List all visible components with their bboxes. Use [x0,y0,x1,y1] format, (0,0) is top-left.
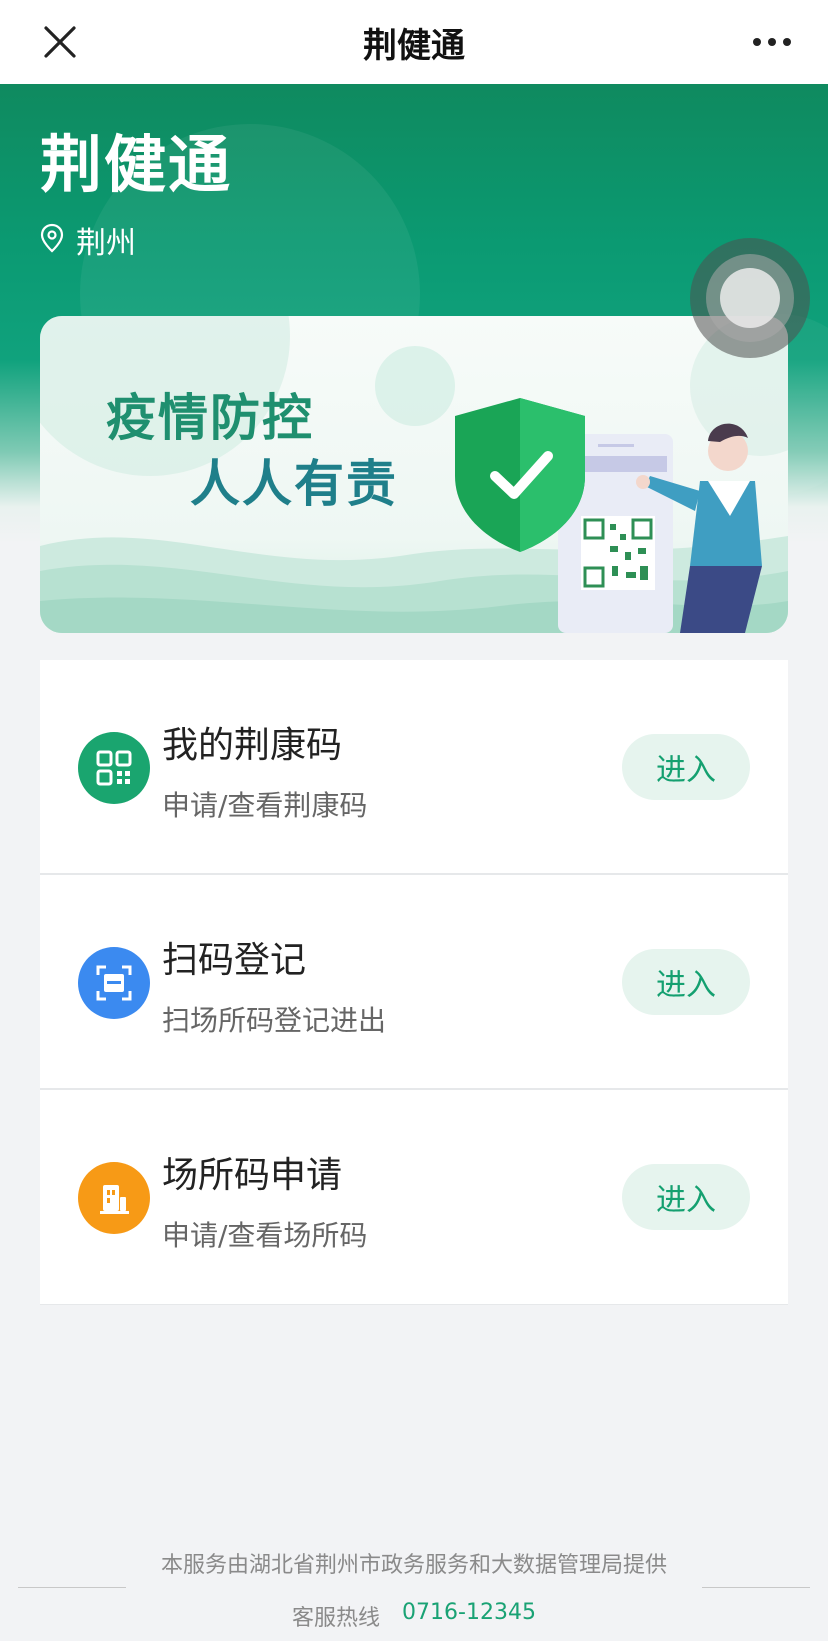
footer-divider [702,1587,810,1588]
navbar-title: 荆健通 [363,25,465,66]
top-navbar: 荆健通 [0,0,828,84]
card-subtitle: 扫场所码登记进出 [162,1004,387,1037]
epidemic-banner[interactable]: 疫情防控 人人有责 [40,316,788,633]
hotline-number-link[interactable]: 0716-12345 [402,1600,536,1632]
hotline-label: 客服热线 [292,1606,381,1631]
location-pin-icon [40,223,64,257]
banner-slogan-line1: 疫情防控 [106,389,314,447]
floating-assist-button[interactable] [690,238,810,358]
scan-icon [78,947,150,1019]
list-item-health-code[interactable]: 我的荆康码 申请/查看荆康码 进入 [40,660,788,875]
qr-code-icon [78,732,150,804]
card-subtitle: 申请/查看荆康码 [162,789,368,822]
footer-hotline: 客服热线 0716-12345 [0,1600,828,1632]
location-label: 荆州 [76,226,136,261]
card-title: 我的荆康码 [162,725,343,766]
card-title: 场所码申请 [162,1155,343,1196]
list-item-scan-register[interactable]: 扫码登记 扫场所码登记进出 进入 [40,875,788,1090]
enter-button[interactable]: 进入 [622,734,750,800]
close-icon[interactable] [36,18,84,66]
location[interactable]: 荆州 [40,218,136,262]
footer-divider [18,1587,126,1588]
footer-provider: 本服务由湖北省荆州市政务服务和大数据管理局提供 [160,1553,667,1578]
card-title: 扫码登记 [162,940,307,981]
list-item-venue-code[interactable]: 场所码申请 申请/查看场所码 进入 [40,1090,788,1305]
enter-button[interactable]: 进入 [622,1164,750,1230]
app-title: 荆健通 [40,128,233,201]
venue-icon [78,1162,150,1234]
card-subtitle: 申请/查看场所码 [162,1219,368,1252]
enter-button[interactable]: 进入 [622,949,750,1015]
more-icon[interactable] [744,22,800,62]
service-list: 我的荆康码 申请/查看荆康码 进入 扫码登记 扫场所码登记进出 进入 场所码申请… [40,660,788,1305]
banner-slogan-line2: 人人有责 [190,455,398,513]
